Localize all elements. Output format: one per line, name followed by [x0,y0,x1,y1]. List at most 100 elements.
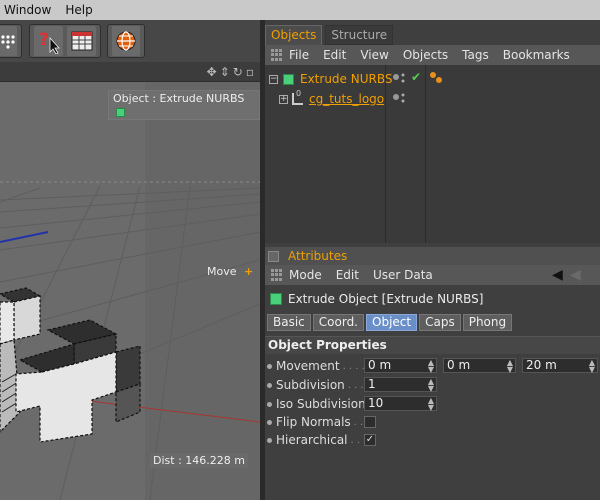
menu-help[interactable]: Help [65,3,92,17]
globe-web-icon[interactable] [112,26,140,56]
move-tool-text: Move [207,265,237,278]
iso-subdivision-value: 10 [368,396,384,410]
objects-menu-file[interactable]: File [289,48,309,62]
grip-handle-icon[interactable] [271,49,283,61]
viewport-object-text: Object : Extrude NURBS [113,92,245,105]
animation-dot-icon[interactable] [267,437,272,443]
subdivision-field[interactable]: 1 ▲ ▼ [364,377,437,393]
objects-menu-view[interactable]: View [360,48,388,62]
objects-menu-edit[interactable]: Edit [323,48,346,62]
object-name[interactable]: Extrude NURBS [300,72,392,86]
tab-objects[interactable]: Objects [265,25,323,45]
list-item[interactable]: + 0 cg_tuts_logo [265,89,600,108]
phong-tag-icon[interactable] [429,71,443,88]
subdivision-label: Subdivision [276,378,345,392]
enabled-check-icon[interactable]: ✔ [411,70,421,84]
animation-dot-icon[interactable] [267,401,272,407]
attributes-menu-edit[interactable]: Edit [336,268,359,282]
attributes-object-heading: Extrude Object [Extrude NURBS] [270,292,483,306]
viewport-object-label: Object : Extrude NURBS [108,90,260,120]
stepper-arrows-icon[interactable]: ▲ ▼ [428,378,434,393]
tab-object[interactable]: Object [366,314,418,331]
iso-subdivision-field[interactable]: 10 ▲ ▼ [364,396,437,412]
menu-window[interactable]: Window [4,3,51,17]
objects-menu-bookmarks[interactable]: Bookmarks [503,48,570,62]
stepper-arrows-icon[interactable]: ▲ ▼ [589,359,595,374]
objects-menu-tags[interactable]: Tags [462,48,489,62]
forward-arrow-icon[interactable]: ◀ [570,267,581,283]
attributes-menu-mode[interactable]: Mode [289,268,322,282]
help-cursor-icon[interactable]: ? [34,26,63,56]
attributes-menu-bar: Mode Edit User Data ◀ ◀ [265,265,600,285]
calendar-table-icon[interactable] [67,26,96,56]
viewport-scene [0,82,260,500]
collapse-icon[interactable]: − [269,74,278,84]
iso-subdivision-label: Iso Subdivision [276,397,366,411]
checkmark-icon: ✓ [365,434,375,445]
movement-z-value: 20 m [526,358,557,372]
attributes-title: Attributes [288,249,348,263]
animation-dot-icon[interactable] [267,382,272,388]
rotate-view-icon[interactable]: ↻ [233,65,243,79]
viewport-nav: ✥ ⇕ ↻ ▫ [207,65,254,79]
tab-structure[interactable]: Structure [325,25,394,45]
prop-subdivision: Subdivision . . . 1 ▲ ▼ [265,376,600,394]
leader-dots: . . . [347,379,364,391]
stepper-arrows-icon[interactable]: ▲ ▼ [507,359,513,374]
expand-icon[interactable]: + [279,94,288,104]
objects-menu-objects[interactable]: Objects [403,48,448,62]
3d-viewport[interactable]: Object : Extrude NURBS Move + Dist : 146… [0,82,260,500]
maximize-view-icon[interactable]: ▫ [246,65,254,79]
movement-label: Movement [276,359,340,373]
menu-bar: Window Help [0,0,600,20]
list-item[interactable]: − Extrude NURBS ✔ [265,70,600,88]
object-name[interactable]: cg_tuts_logo [309,92,384,106]
leader-dots: . . [353,416,364,428]
movement-x-value: 0 m [368,358,392,372]
leader-dots: . . . . [342,360,365,372]
attributes-toggle[interactable] [268,250,279,262]
prop-movement: Movement . . . . 0 m ▲ ▼ 0 m ▲ ▼ 20 m ▲ ▼ [265,357,600,375]
extrude-nurbs-icon [270,293,282,305]
visibility-dots-icon[interactable] [392,72,406,86]
movement-y-field[interactable]: 0 m ▲ ▼ [443,358,516,374]
object-heading-text: Extrude Object [Extrude NURBS] [288,292,484,306]
svg-text:?: ? [39,30,49,50]
flip-normals-label: Flip Normals [276,415,351,429]
zoom-view-icon[interactable]: ⇕ [220,65,230,79]
toolbar-group-3 [107,24,145,58]
hierarchical-checkbox[interactable]: ✓ [364,434,376,446]
cloner-dots-icon[interactable] [0,26,17,56]
extrude-cube-icon [116,107,125,117]
animation-dot-icon[interactable] [267,363,272,369]
stepper-arrows-icon[interactable]: ▲ ▼ [428,397,434,412]
object-list: − Extrude NURBS ✔ + 0 cg_tuts_logo [265,65,600,243]
extrude-nurbs-icon [283,73,294,85]
attributes-tabs: Basic Coord. Object Caps Phong [267,314,513,331]
prop-flip-normals: Flip Normals . . [265,413,600,431]
plus-move-icon: + [244,265,254,278]
attributes-menu-user-data[interactable]: User Data [373,268,433,282]
tab-coord[interactable]: Coord. [312,314,364,331]
distance-readout: Dist : 146.228 m [150,453,248,468]
move-view-icon[interactable]: ✥ [207,65,217,79]
grip-handle-icon[interactable] [271,269,283,281]
visibility-dots-icon[interactable] [392,92,406,106]
prop-iso-subdivision: Iso Subdivision 10 ▲ ▼ [265,395,600,413]
flip-normals-checkbox[interactable] [364,416,376,428]
tab-basic[interactable]: Basic [267,314,311,331]
tab-phong[interactable]: Phong [462,314,513,331]
objects-menu-bar: File Edit View Objects Tags Bookmarks [265,45,600,65]
viewport-header: ✥ ⇕ ↻ ▫ [0,62,262,82]
movement-x-field[interactable]: 0 m ▲ ▼ [364,358,437,374]
movement-z-field[interactable]: 20 m ▲ ▼ [522,358,598,374]
spline-icon: 0 [292,89,303,105]
tab-caps[interactable]: Caps [419,314,461,331]
main-toolbar: ? [0,20,262,62]
back-arrow-icon[interactable]: ◀ [552,267,563,283]
animation-dot-icon[interactable] [267,419,272,425]
movement-y-value: 0 m [447,358,471,372]
attributes-header: Attributes [265,247,600,265]
toolbar-group-1 [0,24,22,58]
stepper-arrows-icon[interactable]: ▲ ▼ [428,359,434,374]
